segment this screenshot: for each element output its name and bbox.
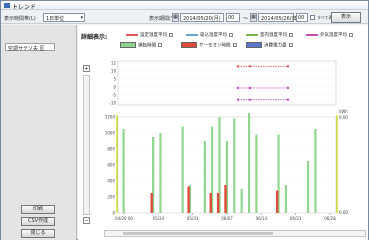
right-axis-unit: kWh — [339, 109, 348, 114]
operation-time-bar — [159, 133, 162, 213]
line-point — [236, 98, 240, 101]
operation-time-bar — [233, 118, 236, 213]
operation-time-bar — [181, 126, 184, 213]
thermo-on-bar — [150, 193, 153, 213]
x-tick-label: 05/31 — [187, 216, 199, 221]
line-y-tick-label: 10 — [111, 69, 117, 74]
period-select[interactable]: 1日単位 ▾ — [43, 13, 85, 22]
left-panel: 空調サテソ夫 区 印刷 CSV作成 閉じる — [1, 25, 77, 240]
chevron-down-icon: ▾ — [80, 15, 83, 21]
x-tick-label: 04/20 00 — [115, 216, 133, 221]
trend-chart: 121050-5-10120010008006004002000kWh0.000… — [105, 60, 349, 222]
scrollbar-thumb[interactable] — [123, 232, 273, 235]
x-tick-label: 06/07 — [221, 216, 233, 221]
operation-time-bar — [314, 129, 317, 213]
toolbar: 表示時間帯(L) 1日単位 ▾ 表示期間(T) ▦ 2014/05/20(月) 0… — [1, 11, 368, 24]
horizontal-scrollbar[interactable] — [104, 230, 366, 237]
line-y-tick-label: 0 — [113, 85, 116, 90]
operation-time-bar — [122, 129, 125, 213]
end-hour-field[interactable]: 00 — [296, 13, 308, 22]
bar-y-tick-label: 1000 — [105, 131, 116, 136]
bar-y-tick-label: 1200 — [105, 115, 116, 120]
start-date-field[interactable]: 2014/05/20(月) — [180, 13, 224, 22]
line-point — [248, 98, 252, 101]
thermo-on-bar — [209, 193, 212, 213]
line-point — [286, 65, 290, 68]
line-y-tick-label: 12 — [111, 61, 117, 66]
trend-window: トレンド 表示時間帯(L) 1日単位 ▾ 表示期間(T) ▦ 2014/05/20… — [0, 0, 369, 240]
end-date-field[interactable]: 2014/05/26(日) — [258, 13, 299, 22]
bar-y-tick-label: 400 — [107, 179, 115, 184]
line-point — [236, 86, 240, 90]
period-label: 表示時間帯(L) — [4, 16, 36, 22]
line-point — [286, 98, 290, 101]
right-axis-bottom-label: 0.00 — [339, 210, 348, 215]
operation-time-bar — [247, 113, 251, 213]
bar-y-tick-label: 600 — [107, 163, 115, 168]
line-point — [286, 86, 290, 90]
show-all-checkbox[interactable] — [310, 15, 315, 20]
thermo-on-bar — [187, 186, 190, 213]
title-bar: トレンド — [1, 1, 368, 11]
line-y-tick-label: -10 — [109, 101, 116, 106]
x-tick-label: 06/21 — [290, 216, 302, 221]
show-button[interactable]: 表示 — [331, 12, 361, 23]
window-title: トレンド — [12, 4, 37, 11]
x-tick-label: 05/24 — [153, 216, 165, 221]
bar-y-tick-label: 800 — [107, 147, 115, 152]
bar-y-tick-label: 200 — [107, 195, 115, 200]
csv-button[interactable]: CSV作成 — [21, 217, 55, 226]
x-tick-label: 06/28 — [324, 216, 336, 221]
thermo-on-bar — [275, 190, 279, 213]
line-point — [236, 65, 240, 68]
operation-time-bar — [203, 141, 206, 213]
start-hour-field[interactable]: 00 — [226, 13, 240, 22]
operation-time-bar — [306, 161, 310, 213]
equipment-chip[interactable]: 空調サテソ夫 区 — [5, 43, 55, 52]
app-icon — [4, 3, 10, 8]
line-point — [248, 65, 252, 68]
calendar-icon[interactable]: ▦ — [172, 13, 179, 22]
thermo-on-bar — [216, 193, 220, 213]
chart-area: 詳細表示: 設定温度平均 吸込温度平均 室内温度平均 外気温度平均 運転時間 サ… — [78, 25, 368, 240]
line-point — [248, 86, 252, 90]
range-separator: 〜 — [243, 16, 249, 22]
operation-time-bar — [255, 134, 258, 213]
close-button[interactable]: 閉じる — [21, 229, 55, 238]
operation-time-bar — [240, 189, 243, 213]
bar-y-tick-label: 0 — [112, 211, 115, 216]
line-y-tick-label: 5 — [113, 77, 116, 82]
thermo-on-bar — [224, 185, 227, 213]
operation-time-bar — [284, 185, 288, 213]
line-chart-frame — [117, 60, 337, 106]
print-button[interactable]: 印刷 — [21, 205, 55, 214]
calendar-icon[interactable]: ▦ — [250, 13, 257, 22]
line-y-tick-label: -5 — [112, 93, 116, 98]
right-axis-top-label: 0.00 — [339, 115, 348, 120]
x-tick-label: 06/14 — [256, 216, 268, 221]
